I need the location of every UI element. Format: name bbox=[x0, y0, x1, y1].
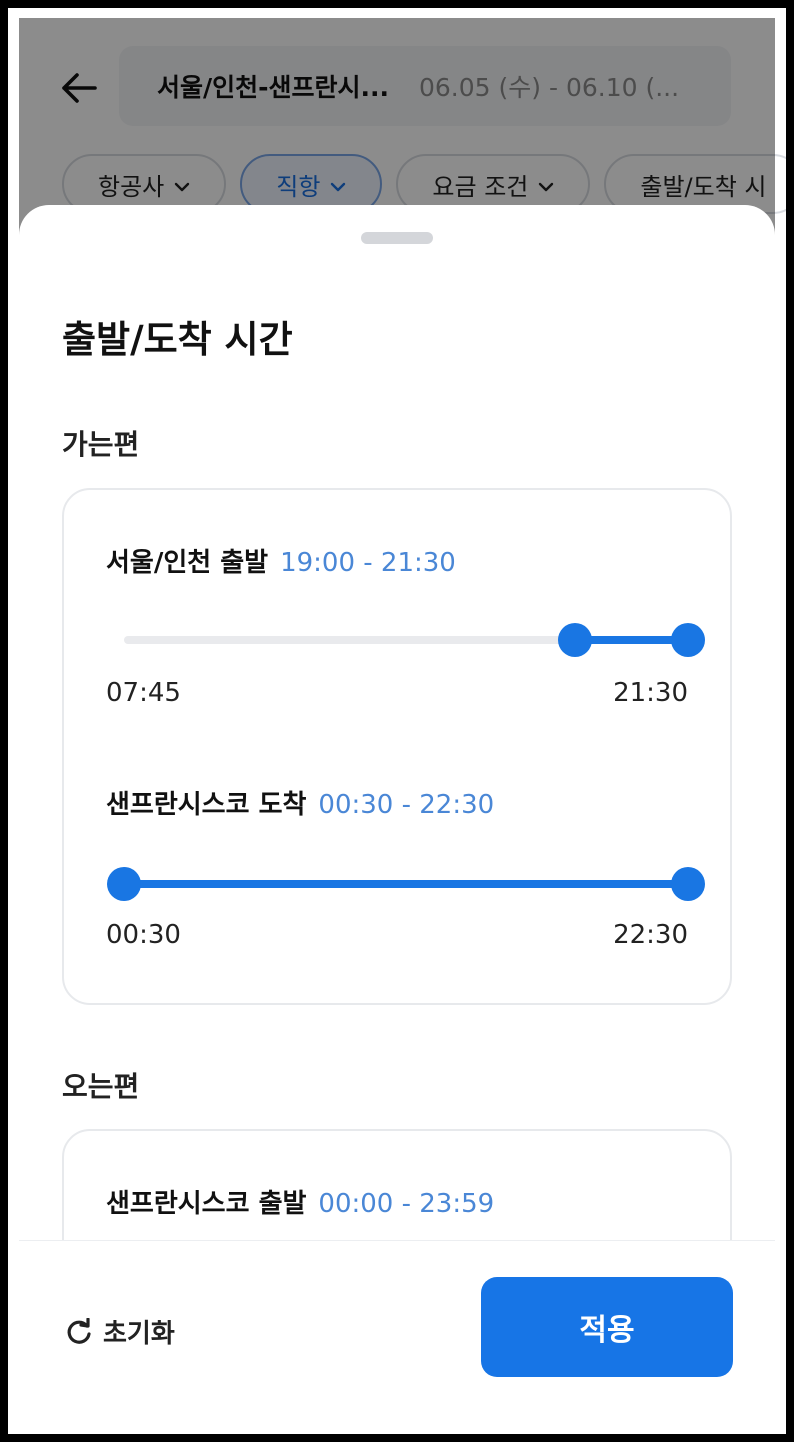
apply-button[interactable]: 적용 bbox=[481, 1277, 733, 1377]
reset-label: 초기화 bbox=[103, 1319, 175, 1349]
departure-range-label: 00:00 - 23:59 bbox=[318, 1189, 495, 1219]
slider-min-label: 00:30 bbox=[106, 920, 181, 950]
refresh-icon bbox=[67, 1317, 91, 1344]
time-filter-sheet: 출발/도착 시간 가는편 서울/인천 출발 19:00 - 21:30 07:45… bbox=[19, 205, 775, 1434]
departure-city-label: 샌프란시스코 출발 bbox=[106, 1189, 307, 1219]
sheet-footer: 초기화 적용 bbox=[19, 1240, 775, 1434]
departure-city-label: 서울/인천 출발 bbox=[106, 548, 269, 578]
return-departure-title: 샌프란시스코 출발 00:00 - 23:59 bbox=[106, 1183, 494, 1220]
slider-handle-start[interactable] bbox=[107, 867, 141, 901]
slider-fill bbox=[124, 880, 688, 888]
outbound-arrival-title: 샌프란시스코 도착 00:30 - 22:30 bbox=[106, 784, 494, 821]
slider-max-label: 21:30 bbox=[613, 678, 688, 708]
arrival-city-label: 샌프란시스코 도착 bbox=[106, 790, 307, 820]
sheet-title: 출발/도착 시간 bbox=[62, 318, 293, 361]
departure-range-label: 19:00 - 21:30 bbox=[280, 548, 456, 578]
section-return-label: 오는편 bbox=[62, 1070, 140, 1103]
apply-label: 적용 bbox=[579, 1313, 635, 1348]
outbound-departure-slider[interactable] bbox=[64, 620, 734, 660]
slider-handle-end[interactable] bbox=[671, 623, 705, 657]
slider-handle-end[interactable] bbox=[671, 867, 705, 901]
drag-handle[interactable] bbox=[361, 232, 433, 244]
screen-frame: 서울/인천-샌프란시... 06.05 (수) - 06.10 (... 항공사… bbox=[8, 8, 786, 1434]
outbound-departure-title: 서울/인천 출발 19:00 - 21:30 bbox=[106, 542, 456, 579]
outbound-arrival-slider[interactable] bbox=[64, 864, 734, 904]
slider-handle-start[interactable] bbox=[558, 623, 593, 657]
section-outbound-label: 가는편 bbox=[62, 428, 140, 461]
outbound-card: 서울/인천 출발 19:00 - 21:30 07:45 21:30 샌프란시스코… bbox=[62, 488, 732, 1005]
slider-max-label: 22:30 bbox=[613, 920, 688, 950]
slider-min-label: 07:45 bbox=[106, 678, 181, 708]
arrival-range-label: 00:30 - 22:30 bbox=[318, 790, 495, 820]
reset-button[interactable]: 초기화 bbox=[65, 1313, 175, 1350]
